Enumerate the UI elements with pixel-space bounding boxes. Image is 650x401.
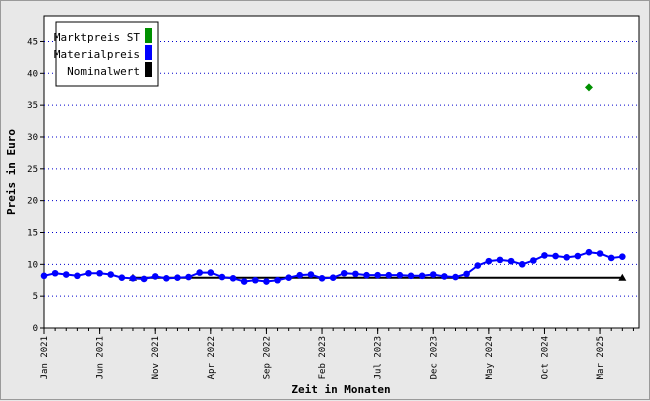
point-materialpreis-0 xyxy=(40,272,48,280)
point-materialpreis-22 xyxy=(285,274,292,281)
legend-label-marktpreis: Marktpreis ST xyxy=(54,31,140,44)
point-materialpreis-52 xyxy=(619,253,626,260)
point-materialpreis-2 xyxy=(62,271,70,278)
point-materialpreis-20 xyxy=(263,278,270,285)
point-materialpreis-16 xyxy=(218,273,226,281)
point-materialpreis-3 xyxy=(74,272,81,280)
point-materialpreis-42 xyxy=(507,257,515,265)
point-materialpreis-18 xyxy=(240,278,248,285)
point-materialpreis-11 xyxy=(163,275,170,282)
point-materialpreis-25 xyxy=(318,275,326,282)
legend-label-materialpreis: Materialpreis xyxy=(54,48,140,61)
point-materialpreis-50 xyxy=(596,250,604,257)
point-materialpreis-47 xyxy=(563,254,571,261)
y-tick-label-0: 0 xyxy=(33,324,38,334)
point-materialpreis-28 xyxy=(352,270,359,278)
x-tick-label-8: May 2024 xyxy=(485,336,495,379)
x-tick-label-2: Nov 2021 xyxy=(151,336,161,379)
point-materialpreis-46 xyxy=(552,252,559,260)
point-materialpreis-13 xyxy=(185,273,192,281)
x-tick-label-6: Jul 2023 xyxy=(374,336,384,379)
chart-frame: 0 5 10 15 20 25 30 35 40 45 Jan 2021 Jun 2021 Nov 2… xyxy=(0,0,650,400)
point-materialpreis-45 xyxy=(541,252,548,259)
y-axis-title: Preis in Euro xyxy=(5,129,18,215)
y-tick-label-40: 40 xyxy=(27,69,38,79)
point-materialpreis-38 xyxy=(463,270,470,278)
legend-swatch-marktpreis xyxy=(145,28,152,43)
point-materialpreis-49 xyxy=(585,248,593,256)
point-materialpreis-1 xyxy=(51,269,59,277)
y-tick-label-30: 30 xyxy=(27,133,38,143)
point-materialpreis-21 xyxy=(274,276,281,284)
x-tick-label-3: Apr 2022 xyxy=(207,336,217,379)
point-materialpreis-8 xyxy=(129,275,137,282)
point-materialpreis-34 xyxy=(418,272,426,280)
point-materialpreis-40 xyxy=(485,257,493,265)
y-tick-label-5: 5 xyxy=(33,292,38,302)
point-materialpreis-26 xyxy=(329,274,337,281)
point-materialpreis-10 xyxy=(151,273,159,280)
point-materialpreis-36 xyxy=(441,273,448,280)
x-axis-ticks: Jan 2021 Jun 2021 Nov 2021 Apr 2022 Sep 2022… xyxy=(40,328,634,379)
x-axis-title: Zeit in Monaten xyxy=(291,383,390,396)
legend-swatch-materialpreis xyxy=(145,45,152,60)
point-materialpreis-31 xyxy=(385,271,393,279)
x-tick-label-9: Oct 2024 xyxy=(540,336,550,379)
point-materialpreis-24 xyxy=(307,271,315,278)
point-materialpreis-30 xyxy=(374,271,381,279)
x-tick-label-5: Feb 2023 xyxy=(318,336,328,379)
point-materialpreis-6 xyxy=(107,271,115,278)
point-materialpreis-48 xyxy=(574,252,582,260)
point-materialpreis-17 xyxy=(229,275,237,282)
point-materialpreis-9 xyxy=(140,275,148,283)
point-materialpreis-12 xyxy=(174,274,181,281)
y-tick-label-20: 20 xyxy=(27,197,38,207)
point-materialpreis-5 xyxy=(96,269,103,277)
x-tick-label-1: Jun 2021 xyxy=(96,336,106,379)
y-tick-label-45: 45 xyxy=(27,37,38,47)
x-tick-label-4: Sep 2022 xyxy=(262,336,272,379)
point-materialpreis-32 xyxy=(396,271,404,279)
x-tick-label-0: Jan 2021 xyxy=(40,336,50,379)
point-materialpreis-43 xyxy=(518,261,526,268)
x-tick-label-7: Dec 2023 xyxy=(429,336,439,379)
point-materialpreis-23 xyxy=(296,271,304,279)
point-materialpreis-19 xyxy=(252,276,259,284)
legend: Marktpreis ST Materialpreis Nominalwert xyxy=(54,21,159,87)
point-materialpreis-15 xyxy=(207,269,215,276)
point-materialpreis-35 xyxy=(429,271,437,278)
y-axis-ticks: 0 5 10 15 20 25 30 35 40 45 xyxy=(27,37,44,334)
y-tick-label-15: 15 xyxy=(27,228,38,238)
y-tick-label-25: 25 xyxy=(27,165,38,175)
point-materialpreis-51 xyxy=(607,254,615,262)
point-materialpreis-33 xyxy=(407,272,415,280)
point-materialpreis-7 xyxy=(118,274,126,281)
point-materialpreis-4 xyxy=(85,269,92,277)
y-tick-label-35: 35 xyxy=(27,101,38,111)
price-chart: 0 5 10 15 20 25 30 35 40 45 Jan 2021 Jun 2021 Nov 2… xyxy=(5,15,640,396)
point-materialpreis-29 xyxy=(363,271,370,279)
legend-label-nominalwert: Nominalwert xyxy=(67,65,140,78)
point-materialpreis-41 xyxy=(496,256,504,264)
point-materialpreis-27 xyxy=(340,269,348,277)
point-materialpreis-37 xyxy=(452,273,459,281)
point-materialpreis-44 xyxy=(530,257,537,264)
y-tick-label-10: 10 xyxy=(27,260,38,270)
point-materialpreis-39 xyxy=(474,262,482,269)
point-materialpreis-14 xyxy=(196,269,204,276)
legend-swatch-nominalwert xyxy=(145,62,152,77)
x-tick-label-10: Mar 2025 xyxy=(596,336,606,379)
